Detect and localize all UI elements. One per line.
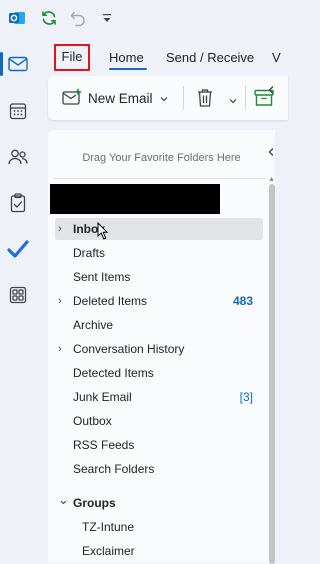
app-rail: [0, 38, 38, 563]
account-name-redacted[interactable]: [50, 184, 220, 214]
folder-label: Drafts: [73, 246, 106, 260]
folder-pane-scrollbar[interactable]: [269, 184, 275, 564]
chevron-right-icon[interactable]: ›: [58, 218, 62, 240]
folder-label: Deleted Items: [73, 294, 148, 308]
outlook-logo-icon: [6, 7, 28, 29]
collapse-pane-icon[interactable]: [267, 82, 275, 100]
undo-icon[interactable]: [67, 7, 89, 29]
chevron-down-icon[interactable]: [228, 92, 238, 110]
group-label: TZ-Intune: [82, 520, 135, 534]
mail-icon[interactable]: [4, 50, 32, 78]
apps-icon[interactable]: [4, 281, 32, 309]
new-email-button[interactable]: New Email: [62, 84, 169, 112]
folder-search-folders[interactable]: Search Folders: [55, 458, 263, 480]
active-tab-underline: [109, 68, 147, 70]
tab-file[interactable]: File: [54, 44, 90, 71]
item-count: [3]: [239, 390, 253, 404]
rail-selection-indicator: [0, 52, 3, 76]
group-tz-intune[interactable]: TZ-Intune: [55, 516, 263, 538]
groups-label: Groups: [73, 496, 116, 510]
folder-deleted-items[interactable]: › Deleted Items 483: [55, 290, 263, 312]
delete-icon[interactable]: [196, 88, 214, 113]
folder-detected-items[interactable]: Detected Items: [55, 362, 263, 384]
groups-header[interactable]: ⌄ Groups: [55, 492, 263, 514]
chevron-right-icon[interactable]: ›: [58, 338, 62, 360]
scroll-up-icon[interactable]: ▲: [268, 176, 275, 183]
folder-pane: Drag Your Favorite Folders Here ▲ › Inbo…: [48, 86, 275, 564]
folder-rss-feeds[interactable]: RSS Feeds: [55, 434, 263, 456]
folder-label: Conversation History: [73, 342, 185, 356]
folder-label: Outbox: [73, 414, 112, 428]
folder-archive[interactable]: Archive: [55, 314, 263, 336]
chevron-down-icon[interactable]: [159, 91, 169, 106]
folder-outbox[interactable]: Outbox: [55, 410, 263, 432]
folder-label: Search Folders: [73, 462, 155, 476]
ribbon-commands: New Email: [48, 76, 288, 120]
sync-icon[interactable]: [38, 7, 60, 29]
folder-drafts[interactable]: Drafts: [55, 242, 263, 264]
chevron-down-icon[interactable]: ⌄: [58, 489, 69, 511]
folder-label: Sent Items: [73, 270, 131, 284]
folder-label: RSS Feeds: [73, 438, 135, 452]
clipboard-icon[interactable]: [4, 189, 32, 217]
folder-sent-items[interactable]: Sent Items: [55, 266, 263, 288]
ribbon-divider: [183, 86, 184, 110]
group-exclaimer[interactable]: Exclaimer: [55, 540, 263, 562]
folder-conversation-history[interactable]: › Conversation History: [55, 338, 263, 360]
tab-send-receive[interactable]: Send / Receive: [166, 44, 254, 70]
folder-inbox[interactable]: › Inbox: [55, 218, 263, 240]
folder-label: Detected Items: [73, 366, 154, 380]
people-icon[interactable]: [4, 143, 32, 171]
chevron-right-icon[interactable]: ›: [58, 290, 62, 312]
favorites-hint: Drag Your Favorite Folders Here: [82, 152, 241, 164]
new-email-icon: [62, 88, 82, 109]
calendar-icon[interactable]: [4, 97, 32, 125]
tab-home[interactable]: Home: [109, 44, 144, 70]
folder-junk-email[interactable]: Junk Email [3]: [55, 386, 263, 408]
favorites-divider: [54, 178, 266, 179]
checkmark-icon[interactable]: [4, 235, 32, 263]
unread-count: 483: [232, 294, 253, 308]
tab-view-partial[interactable]: V: [272, 44, 281, 70]
new-email-label: New Email: [88, 90, 153, 106]
customize-toolbar-icon[interactable]: [96, 7, 118, 29]
quick-access-toolbar: [0, 0, 275, 38]
folder-label: Archive: [73, 318, 114, 332]
folder-label: Junk Email: [73, 390, 132, 404]
ribbon-divider: [245, 86, 246, 110]
group-label: Exclaimer: [82, 544, 135, 558]
